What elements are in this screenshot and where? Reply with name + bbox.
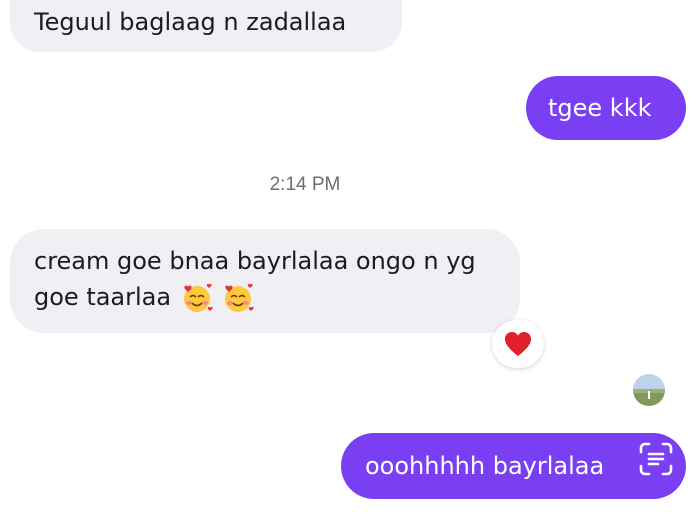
message-sent-1[interactable]: tgee kkk xyxy=(526,76,686,140)
message-text-line-1: cream goe bnaa bayrlalaa ongo n yg xyxy=(34,247,476,275)
message-text: Teguul baglaag n zadallaa xyxy=(34,8,347,36)
message-reaction[interactable] xyxy=(492,320,544,368)
smiling-face-with-hearts-icon xyxy=(183,283,213,312)
message-text: tgee kkk xyxy=(548,94,652,122)
smiling-face-with-hearts-icon xyxy=(225,283,255,312)
message-received-2[interactable]: cream goe bnaa bayrlalaa ongo n yg goe t… xyxy=(10,229,520,333)
text-scan-icon xyxy=(639,442,673,476)
message-received-1[interactable]: Teguul baglaag n zadallaa xyxy=(10,0,402,52)
avatar-photo-icon xyxy=(633,374,665,406)
message-timestamp: 2:14 PM xyxy=(269,174,341,195)
text-scan-button[interactable] xyxy=(625,434,687,484)
avatar[interactable] xyxy=(633,374,665,406)
message-text-line-2: goe taarlaa xyxy=(34,283,172,311)
message-text: ooohhhhh bayrlalaa xyxy=(365,452,605,480)
heart-icon xyxy=(505,332,531,356)
